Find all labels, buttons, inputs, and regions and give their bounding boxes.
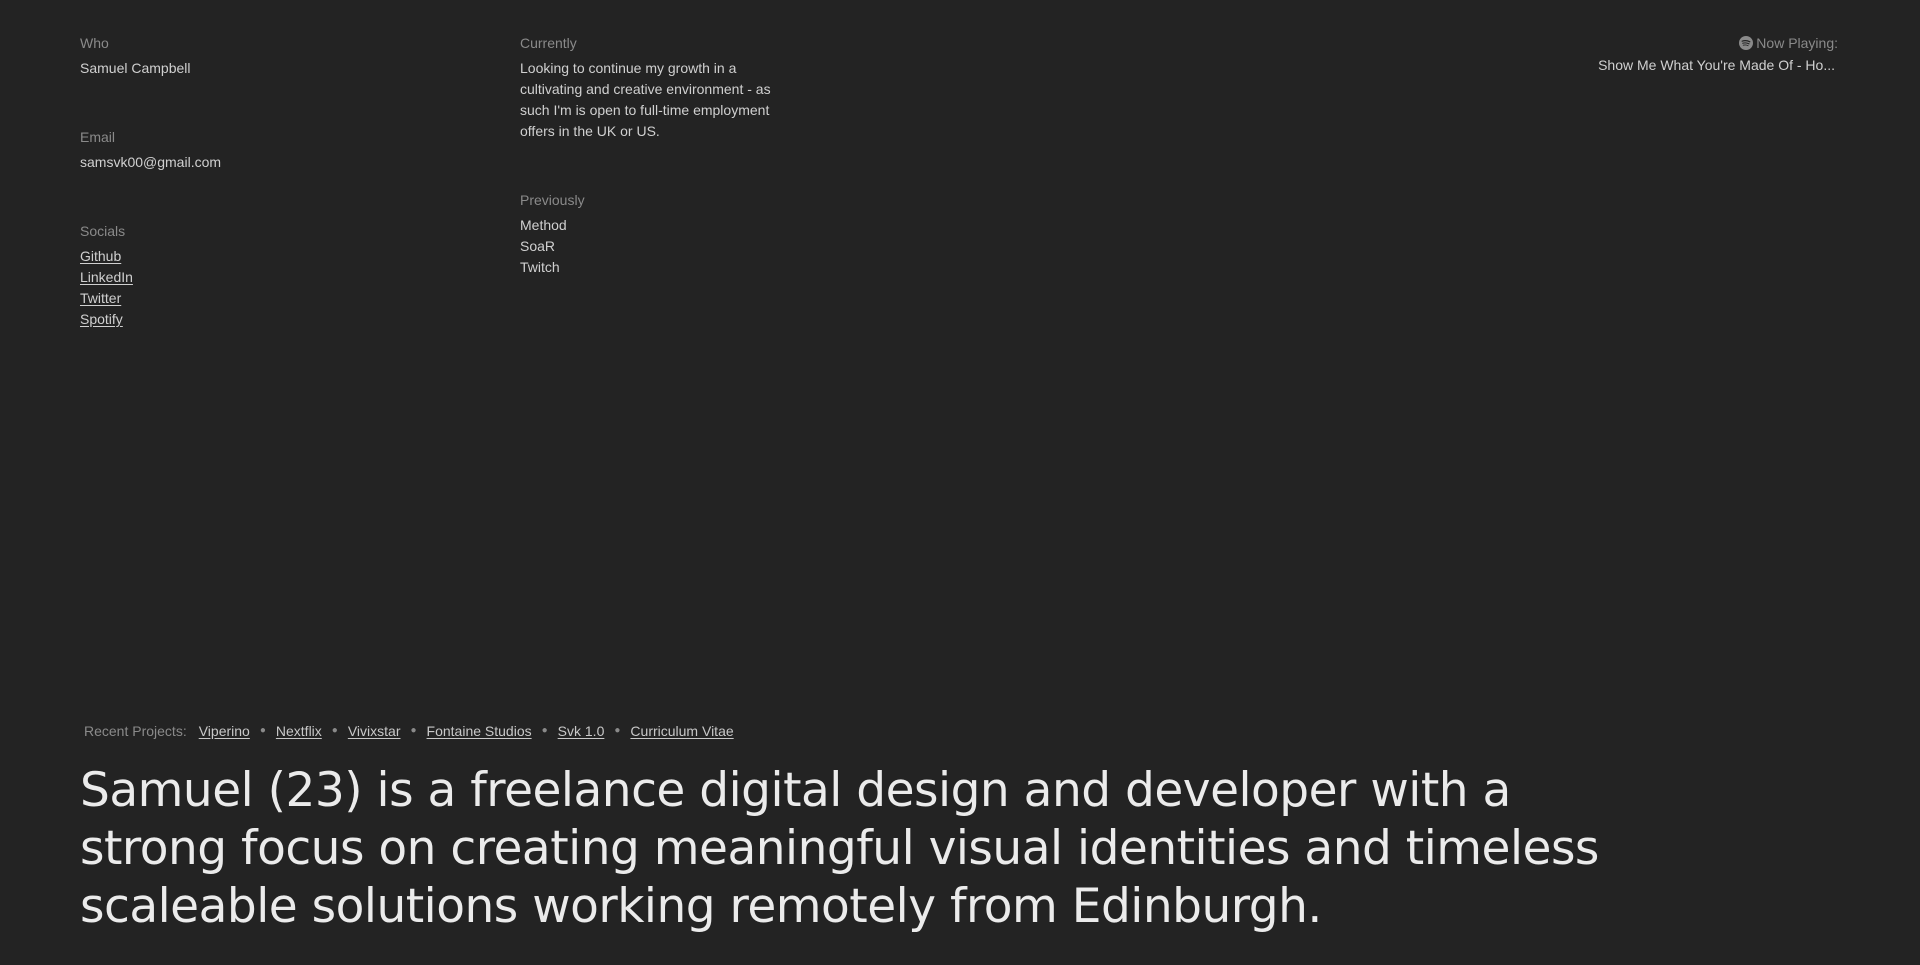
project-link-svk[interactable]: Svk 1.0 <box>558 722 605 740</box>
separator-dot: ● <box>410 725 417 736</box>
now-playing-header: Now Playing: <box>1478 34 1838 52</box>
social-link-linkedin[interactable]: LinkedIn <box>80 267 380 288</box>
separator-dot: ● <box>614 725 621 736</box>
middle-info-column: Currently Looking to continue my growth … <box>520 34 790 278</box>
social-link-spotify[interactable]: Spotify <box>80 309 380 330</box>
email-address[interactable]: samsvk00@gmail.com <box>80 152 380 173</box>
project-link-viperino[interactable]: Viperino <box>199 722 250 740</box>
project-link-fontaine-studios[interactable]: Fontaine Studios <box>427 722 532 740</box>
bio-headline: Samuel (23) is a freelance digital desig… <box>80 763 1599 934</box>
socials-label: Socials <box>80 223 126 239</box>
previously-item-twitch: Twitch <box>520 259 560 275</box>
email-section: Email samsvk00@gmail.com <box>80 128 380 222</box>
currently-text: Looking to continue my growth in a culti… <box>520 60 771 139</box>
separator-dot: ● <box>541 725 548 736</box>
now-playing-label: Now Playing: <box>1756 35 1838 51</box>
spotify-icon <box>1739 36 1754 50</box>
now-playing-track[interactable]: Show Me What You're Made Of - Ho... <box>1478 55 1838 75</box>
left-info-column: Who Samuel Campbell Email samsvk00@gmail… <box>80 34 380 330</box>
project-link-vivixstar[interactable]: Vivixstar <box>348 722 401 740</box>
currently-section: Currently Looking to continue my growth … <box>520 34 790 191</box>
recent-projects-label: Recent Projects: <box>84 723 187 739</box>
currently-label: Currently <box>520 35 577 51</box>
previously-item-method: Method <box>520 217 567 233</box>
who-name: Samuel Campbell <box>80 60 191 76</box>
separator-dot: ● <box>259 725 266 736</box>
project-link-curriculum-vitae[interactable]: Curriculum Vitae <box>630 722 733 740</box>
who-section: Who Samuel Campbell <box>80 34 380 128</box>
previously-section: Previously Method SoaR Twitch <box>520 191 790 278</box>
recent-projects-bar: Recent Projects: Viperino ● Nextflix ● V… <box>84 722 734 740</box>
social-link-twitter[interactable]: Twitter <box>80 288 380 309</box>
separator-dot: ● <box>331 725 338 736</box>
previously-item-soar: SoaR <box>520 238 556 254</box>
email-label: Email <box>80 129 116 145</box>
who-label: Who <box>80 35 109 51</box>
portfolio-page: Who Samuel Campbell Email samsvk00@gmail… <box>0 0 1920 965</box>
previously-label: Previously <box>520 192 585 208</box>
project-link-nextflix[interactable]: Nextflix <box>276 722 322 740</box>
socials-section: Socials Github LinkedIn Twitter Spotify <box>80 222 380 330</box>
social-link-github[interactable]: Github <box>80 246 380 267</box>
now-playing-widget[interactable]: Now Playing: Show Me What You're Made Of… <box>1478 34 1838 75</box>
